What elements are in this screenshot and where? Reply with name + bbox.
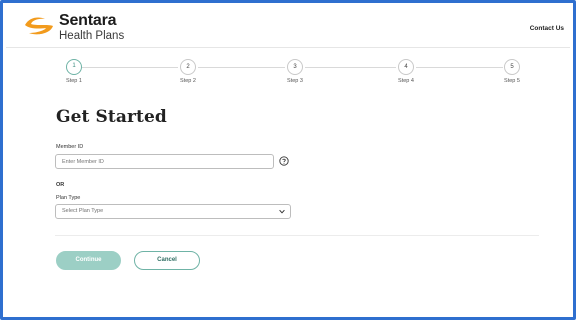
form-divider — [55, 235, 539, 236]
step-2: 2 Step 2 — [168, 59, 208, 84]
step-4: 4 Step 4 — [386, 59, 426, 84]
step-4-circle: 4 — [398, 59, 414, 75]
step-5-circle: 5 — [504, 59, 520, 75]
step-1-circle: 1 — [66, 59, 82, 75]
step-3: 3 Step 3 — [275, 59, 315, 84]
stepper-connector — [305, 67, 396, 68]
or-separator: OR — [56, 182, 65, 188]
site-header: Sentara Health Plans Contact Us — [6, 6, 570, 48]
plan-type-selected-value: Select Plan Type — [62, 208, 104, 214]
progress-stepper: 1 Step 1 2 Step 2 3 Step 3 4 Step 4 5 St… — [53, 59, 520, 89]
sentara-logo[interactable]: Sentara Health Plans — [23, 13, 124, 43]
step-3-label: Step 3 — [287, 78, 303, 84]
sentara-logo-icon — [25, 17, 53, 35]
chevron-down-icon — [279, 209, 285, 214]
step-3-circle: 3 — [287, 59, 303, 75]
page-title: Get Started — [56, 107, 167, 127]
member-id-label: Member ID — [56, 144, 84, 150]
step-5-label: Step 5 — [504, 78, 520, 84]
step-4-label: Step 4 — [398, 78, 414, 84]
step-5: 5 Step 5 — [492, 59, 532, 84]
stepper-connector — [81, 67, 178, 68]
help-icon[interactable] — [279, 156, 289, 166]
step-2-circle: 2 — [180, 59, 196, 75]
step-2-label: Step 2 — [180, 78, 196, 84]
stepper-connector — [416, 67, 503, 68]
step-1-label: Step 1 — [66, 78, 82, 84]
plan-type-select[interactable]: Select Plan Type — [55, 204, 291, 219]
stepper-connector — [198, 67, 285, 68]
brand-subtitle: Health Plans — [59, 30, 125, 42]
brand-name: Sentara — [59, 12, 117, 29]
step-1: 1 Step 1 — [54, 59, 94, 84]
app-window: Sentara Health Plans Contact Us 1 Step 1… — [0, 0, 576, 320]
contact-us-link[interactable]: Contact Us — [530, 25, 564, 32]
plan-type-label: Plan Type — [56, 195, 81, 201]
cancel-button[interactable]: Cancel — [134, 251, 200, 270]
continue-button[interactable]: Continue — [56, 251, 121, 270]
member-id-input[interactable] — [55, 154, 274, 169]
